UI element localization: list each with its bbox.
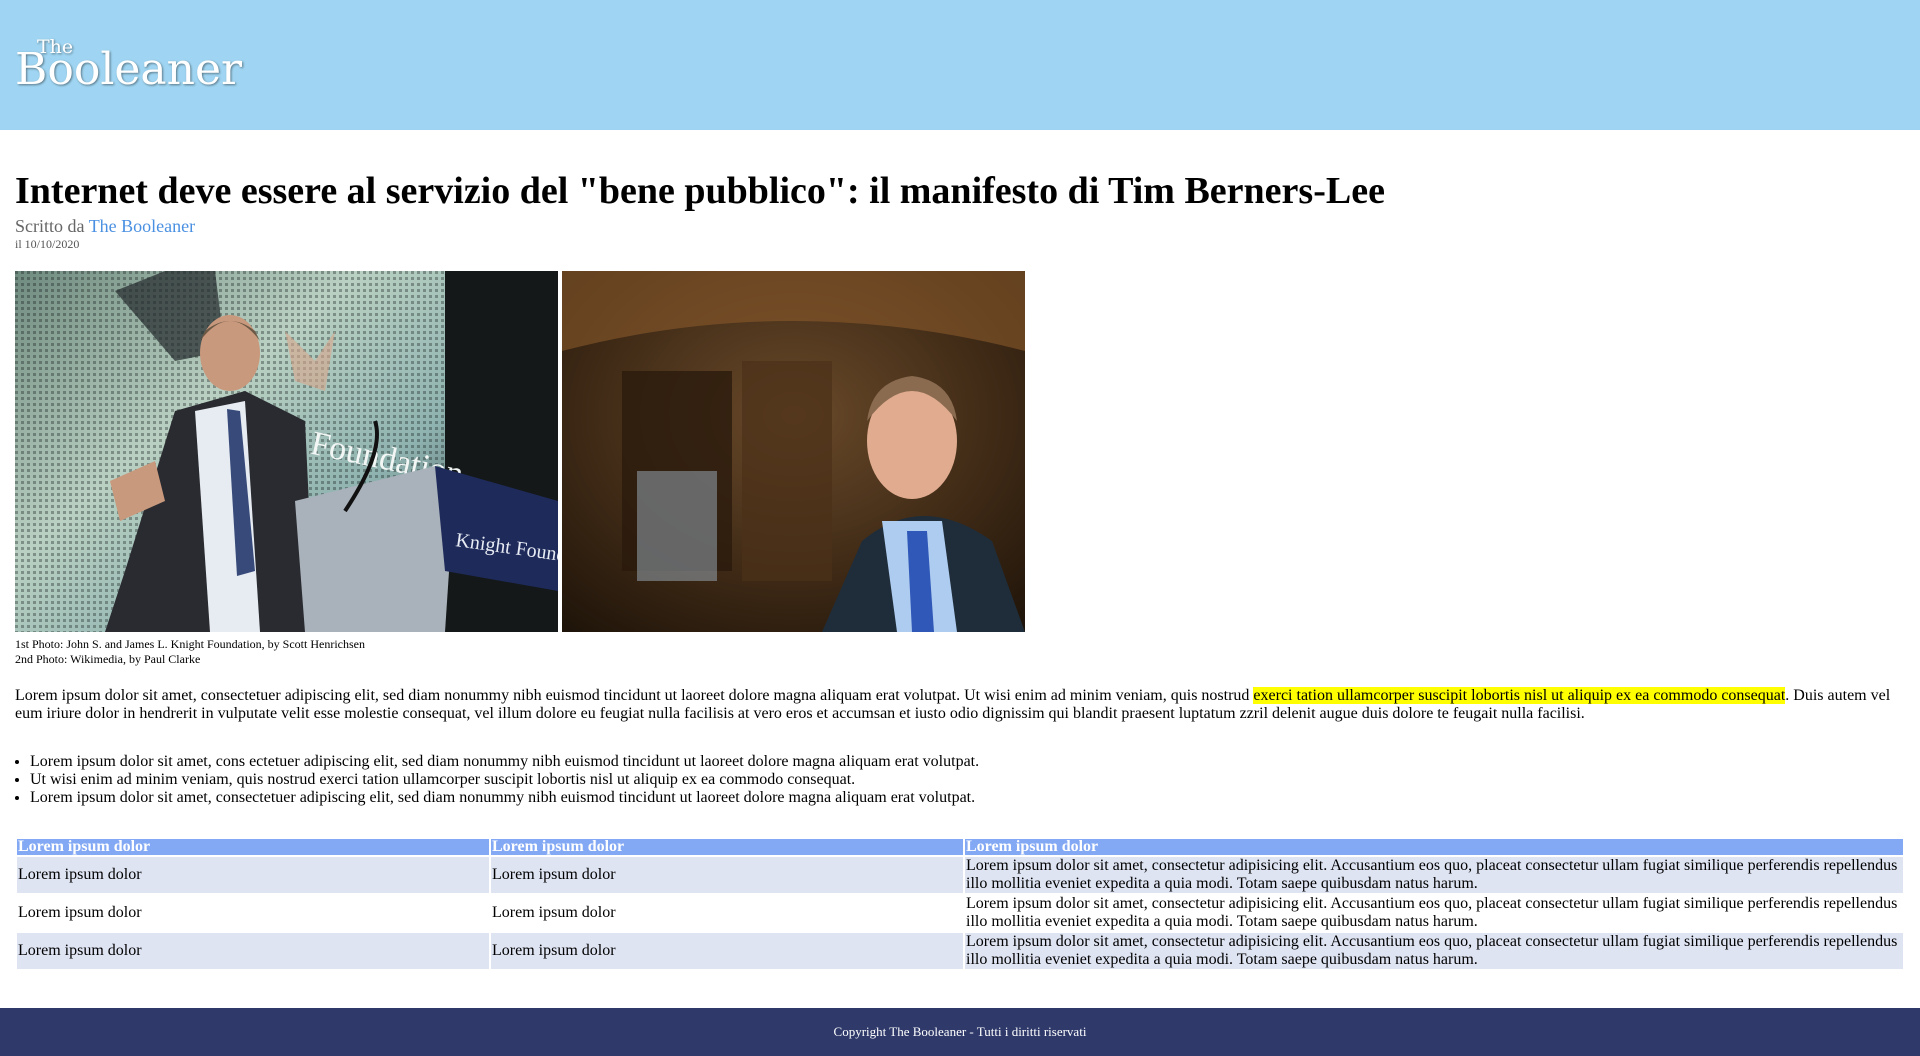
table-row: Lorem ipsum dolor Lorem ipsum dolor Lore… — [17, 857, 1903, 893]
table-cell: Lorem ipsum dolor — [491, 933, 963, 969]
table-cell: Lorem ipsum dolor sit amet, consectetur … — [965, 857, 1903, 893]
article-paragraph: Lorem ipsum dolor sit amet, consectetuer… — [15, 687, 1905, 723]
author-link[interactable]: The Booleaner — [89, 216, 195, 236]
site-header: The Booleaner — [0, 0, 1920, 130]
photo-gallery: ht Foundation Knight Foundation — [15, 271, 1905, 633]
table-cell: Lorem ipsum dolor sit amet, consectetur … — [965, 933, 1903, 969]
list-item: Lorem ipsum dolor sit amet, consectetuer… — [30, 789, 1905, 807]
byline-prefix: Scritto da — [15, 216, 85, 236]
bullet-list: Lorem ipsum dolor sit amet, cons ectetue… — [15, 753, 1905, 807]
page-title: Internet deve essere al servizio del "be… — [15, 170, 1385, 212]
highlighted-text: exerci tation ullamcorper suscipit lobor… — [1253, 687, 1786, 704]
photo-portrait — [562, 271, 1025, 632]
table-header-cell: Lorem ipsum dolor — [17, 839, 489, 855]
table-cell: Lorem ipsum dolor — [17, 895, 489, 931]
table-row: Lorem ipsum dolor Lorem ipsum dolor Lore… — [17, 933, 1903, 969]
copyright-text: Copyright The Booleaner - Tutti i diritt… — [833, 1024, 1087, 1039]
table-header-row: Lorem ipsum dolor Lorem ipsum dolor Lore… — [17, 839, 1903, 855]
article: Internet deve essere al servizio del "be… — [15, 166, 1905, 971]
table-cell: Lorem ipsum dolor sit amet, consectetur … — [965, 895, 1903, 931]
photo-caption-1: 1st Photo: John S. and James L. Knight F… — [15, 637, 365, 651]
photo-speaker-at-podium: ht Foundation Knight Foundation — [15, 271, 558, 632]
list-item: Ut wisi enim ad minim veniam, quis nostr… — [30, 771, 1905, 789]
publish-date: il 10/10/2020 — [15, 237, 80, 251]
list-item: Lorem ipsum dolor sit amet, cons ectetue… — [30, 753, 1905, 771]
data-table: Lorem ipsum dolor Lorem ipsum dolor Lore… — [15, 837, 1905, 971]
table-header-cell: Lorem ipsum dolor — [965, 839, 1903, 855]
logo-name-text: Booleaner — [15, 44, 243, 95]
paragraph-text-start: Lorem ipsum dolor sit amet, consectetuer… — [15, 687, 1254, 704]
table-cell: Lorem ipsum dolor — [491, 857, 963, 893]
table-cell: Lorem ipsum dolor — [17, 933, 489, 969]
photo-caption-2: 2nd Photo: Wikimedia, by Paul Clarke — [15, 652, 201, 666]
byline: Scritto da The Booleaner — [15, 216, 1905, 237]
site-footer: Copyright The Booleaner - Tutti i diritt… — [0, 1008, 1920, 1056]
table-cell: Lorem ipsum dolor — [17, 857, 489, 893]
photo-captions: 1st Photo: John S. and James L. Knight F… — [15, 637, 1905, 667]
table-header-cell: Lorem ipsum dolor — [491, 839, 963, 855]
table-row: Lorem ipsum dolor Lorem ipsum dolor Lore… — [17, 895, 1903, 931]
table-cell: Lorem ipsum dolor — [491, 895, 963, 931]
